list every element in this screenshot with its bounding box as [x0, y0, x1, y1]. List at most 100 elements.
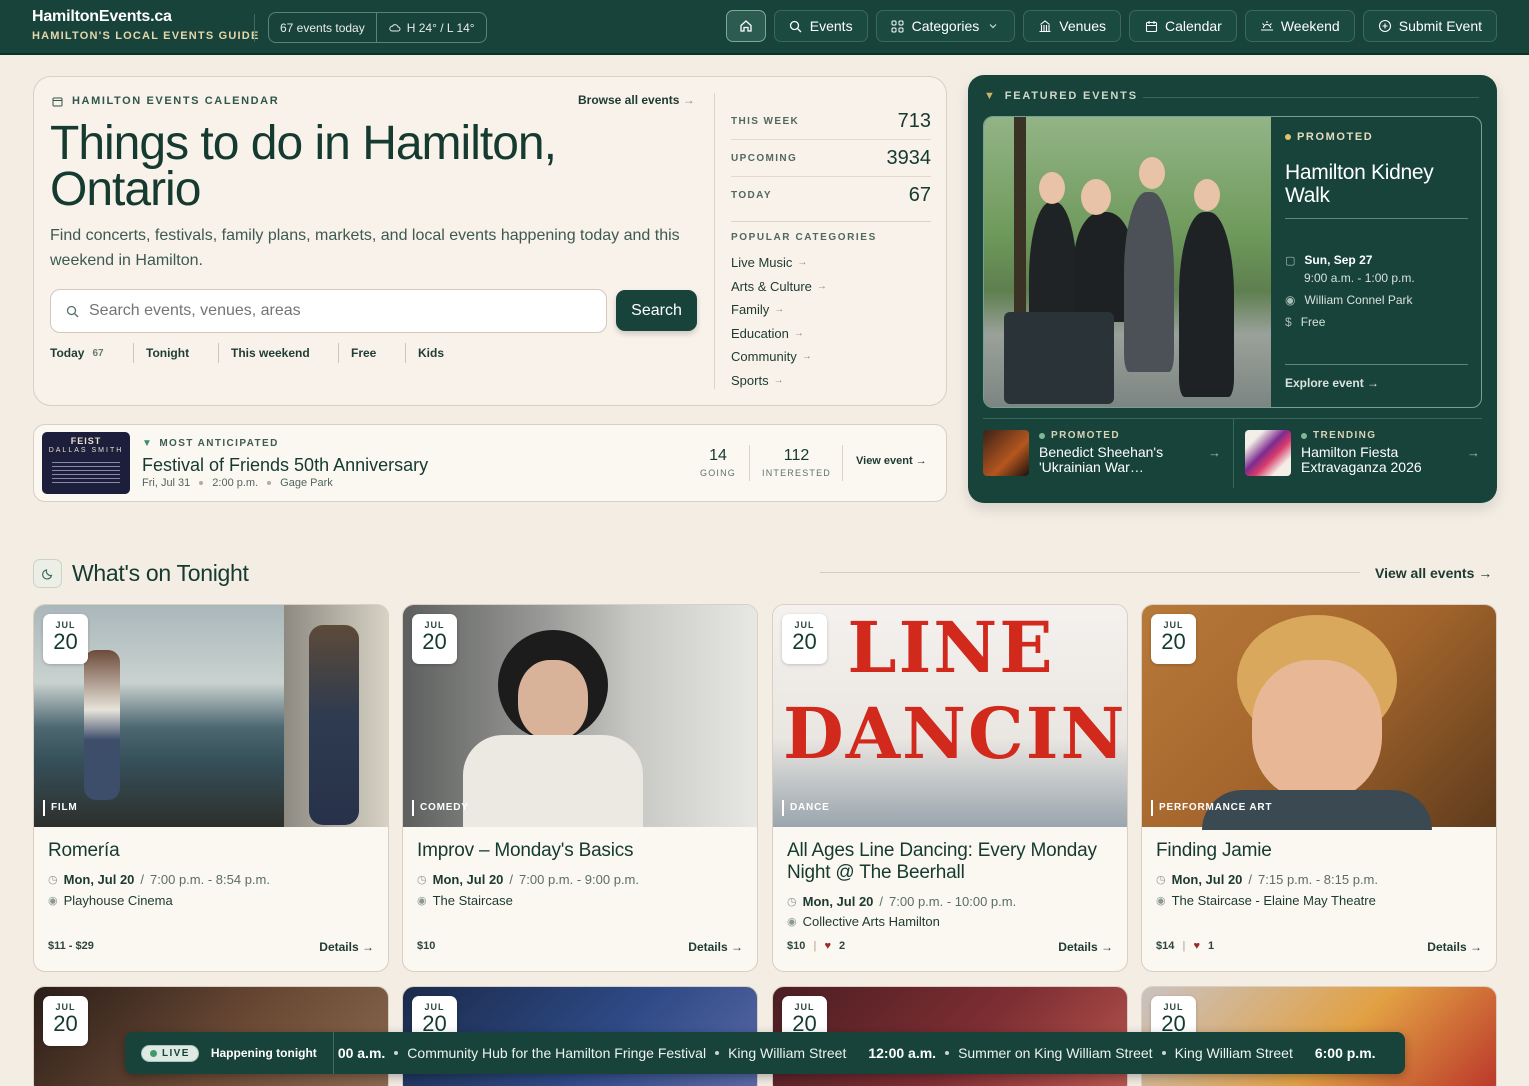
nav-calendar-label: Calendar: [1165, 18, 1222, 34]
event-title[interactable]: Romería: [48, 840, 378, 862]
plus-circle-icon: [1378, 19, 1392, 33]
nav-events[interactable]: Events: [773, 10, 868, 42]
map-pin-icon: ◉: [1285, 293, 1296, 307]
category-link-sports[interactable]: Sports →: [731, 369, 931, 393]
building-icon: [1038, 19, 1052, 33]
event-card[interactable]: JUL 20 PERFORMANCE ART Finding Jamie ◷ Mon…: [1141, 604, 1497, 972]
details-link[interactable]: Details →: [1058, 940, 1113, 954]
event-title[interactable]: All Ages Line Dancing: Every Monday Nigh…: [787, 840, 1117, 884]
submit-event-button[interactable]: Submit Event: [1362, 10, 1497, 42]
bullet: [394, 1051, 399, 1055]
home-button[interactable]: [725, 10, 766, 42]
events-today-count: 67 events today: [280, 20, 365, 35]
date-day: 20: [53, 629, 78, 654]
nav-calendar[interactable]: Calendar: [1129, 10, 1237, 42]
quick-filter-label: This weekend: [231, 346, 310, 360]
date-badge: JUL 20: [782, 614, 827, 664]
featured-mini-card[interactable]: PROMOTED Benedict Sheehan's 'Ukrainian W…: [983, 418, 1223, 488]
event-time: 7:00 p.m. - 8:54 p.m.: [150, 872, 270, 887]
arrow-right-icon: →: [1467, 445, 1480, 460]
category-link-education[interactable]: Education →: [731, 322, 931, 346]
bullet: [1161, 1051, 1166, 1055]
quick-filter-label: Kids: [418, 346, 445, 360]
photo-pole: [1014, 117, 1026, 327]
hero-lead: Find concerts, festivals, family plans, …: [50, 227, 680, 269]
stat-today: TODAY 67: [731, 177, 931, 214]
stat-value: 3934: [886, 146, 932, 169]
details-label: Details: [1427, 940, 1467, 954]
details-link[interactable]: Details →: [688, 940, 743, 954]
date-badge: JUL 20: [43, 614, 88, 664]
search-field[interactable]: [50, 289, 607, 333]
site-name[interactable]: HamiltonEvents.ca: [32, 8, 259, 26]
section-rule: [820, 572, 1360, 573]
clock-icon: ◷: [787, 896, 797, 908]
mini-card-body: TRENDING Hamilton Fiesta Extravaganza 20…: [1301, 418, 1437, 488]
featured-price-row: $ Free: [1285, 315, 1325, 329]
main-nav: Events Categories Venues Calendar Weeken…: [725, 10, 1497, 42]
separator-dot: [199, 481, 204, 485]
calendar-icon: [1144, 19, 1158, 33]
event-title[interactable]: Improv – Monday's Basics: [417, 840, 747, 862]
category-link-community[interactable]: Community →: [731, 345, 931, 369]
nav-categories[interactable]: Categories: [875, 10, 1016, 42]
nav-venues[interactable]: Venues: [1023, 10, 1121, 42]
ticker-title[interactable]: Community Hub for the Hamilton Fringe Fe…: [407, 1045, 706, 1061]
browse-all-events-link[interactable]: Browse all events →: [578, 93, 695, 107]
search-icon: [65, 304, 79, 318]
interested-count: 112 INTERESTED: [762, 447, 831, 478]
brand[interactable]: HamiltonEvents.ca HAMILTON'S LOCAL EVENT…: [32, 8, 259, 42]
featured-badge-text: PROMOTED: [1297, 131, 1374, 143]
photo-face: [1139, 157, 1165, 189]
featured-mini-card[interactable]: TRENDING Hamilton Fiesta Extravaganza 20…: [1245, 418, 1481, 488]
quick-filter-this-weekend[interactable]: This weekend: [218, 343, 338, 363]
most-anticipated-card[interactable]: FEIST DALLAS SMITH ▼ MOST ANTICIPATED Fe…: [33, 424, 947, 502]
price-text: $11 - $29: [48, 940, 94, 952]
featured-heading-rule: [1143, 97, 1479, 98]
event-price: $14 | ♥ 1: [1156, 940, 1214, 952]
featured-main-card[interactable]: PROMOTED Hamilton Kidney Walk ▢ Sun, Sep…: [983, 116, 1482, 408]
category-link-arts-culture[interactable]: Arts & Culture →: [731, 275, 931, 299]
quick-filter-free[interactable]: Free: [338, 343, 405, 363]
nav-weekend[interactable]: Weekend: [1244, 10, 1355, 42]
featured-title[interactable]: Hamilton Kidney Walk: [1285, 161, 1469, 207]
calendar-icon: [50, 94, 64, 108]
anticipated-title[interactable]: Festival of Friends 50th Anniversary: [142, 455, 428, 476]
featured-heading: ▼ FEATURED EVENTS: [984, 90, 1138, 102]
anticipated-time: 2:00 p.m.: [212, 477, 259, 489]
event-card[interactable]: LINE DANCING JUL20 DANCE All Ages Line D…: [772, 604, 1128, 972]
search-icon: [789, 19, 803, 33]
quick-filter-today[interactable]: Today 67: [50, 343, 133, 363]
clock-icon: ◷: [417, 874, 427, 886]
category-link-family[interactable]: Family →: [731, 298, 931, 322]
category-link-live-music[interactable]: Live Music →: [731, 251, 931, 275]
like-count: 1: [1207, 940, 1215, 952]
event-price: $10: [417, 940, 435, 952]
event-date: Mon, Jul 20: [432, 872, 504, 887]
ticker-title[interactable]: Summer on King William Street: [958, 1045, 1153, 1061]
view-all-events-link[interactable]: View all events →: [1375, 565, 1492, 581]
site-tagline: HAMILTON'S LOCAL EVENTS GUIDE: [32, 30, 260, 42]
mini-card-divider: [1233, 418, 1234, 488]
view-event-link[interactable]: View event →: [856, 455, 927, 467]
arrow-right-icon: →: [1101, 940, 1113, 954]
quick-filter-kids[interactable]: Kids: [405, 343, 456, 363]
featured-venue: William Connel Park: [1304, 293, 1413, 307]
featured-venue-row: ◉ William Connel Park: [1285, 293, 1413, 307]
event-title[interactable]: Finding Jamie: [1156, 840, 1486, 862]
explore-event-link[interactable]: Explore event →: [1285, 376, 1379, 390]
status-pill: 67 events today H 24° / L 14°: [268, 12, 487, 43]
event-card[interactable]: JUL 20 FILM Romería ◷ Mon, Jul 20 / 7:00 p.m…: [33, 604, 389, 972]
details-link[interactable]: Details →: [1427, 940, 1482, 954]
event-card[interactable]: JUL 20 COMEDY Improv – Monday's Basics ◷ M…: [402, 604, 758, 972]
quick-filter-tonight[interactable]: Tonight: [133, 343, 218, 363]
event-when: ◷ Mon, Jul 20 / 7:00 p.m. - 8:54 p.m.: [48, 872, 270, 887]
most-anticipated-label: ▼ MOST ANTICIPATED: [142, 438, 279, 449]
arrow-right-icon: →: [797, 257, 808, 269]
search-input[interactable]: [89, 302, 559, 320]
image-figure: [309, 625, 359, 825]
event-date: Mon, Jul 20: [63, 872, 135, 887]
search-button[interactable]: Search: [616, 290, 697, 331]
slash: /: [140, 872, 145, 887]
details-link[interactable]: Details →: [319, 940, 374, 954]
